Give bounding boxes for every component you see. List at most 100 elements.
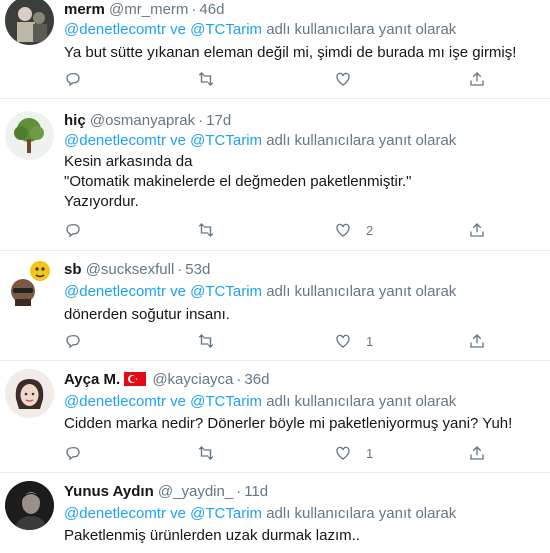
tweet-actions: 2 [64, 220, 524, 240]
tweet-actions [64, 69, 524, 89]
tweet-actions: 1 [64, 331, 524, 351]
retweet-button[interactable] [197, 220, 215, 240]
mention-link[interactable]: @denetlecomtr [64, 283, 166, 300]
heart-icon [336, 72, 350, 86]
reply-icon [66, 224, 80, 238]
share-button[interactable] [468, 331, 486, 351]
retweet-button[interactable] [197, 443, 215, 463]
replying-to: @denetlecomtr ve @TCTarim adlı kullanıcı… [64, 504, 540, 524]
heart-icon [336, 334, 350, 348]
mention-link[interactable]: @TCTarim [190, 393, 262, 410]
share-icon [470, 223, 484, 237]
retweet-icon [198, 334, 214, 348]
separator-dot: · [198, 112, 204, 129]
display-name[interactable]: sb [64, 261, 82, 278]
reply-button[interactable] [64, 443, 82, 463]
like-button[interactable]: 1 [334, 331, 373, 351]
tweet-text: Kesin arkasında da "Otomatik makinelerde… [64, 153, 412, 210]
reply-icon [66, 447, 80, 461]
heart-icon [336, 446, 350, 460]
like-button[interactable]: 2 [334, 220, 373, 240]
reply-label: adlı kullanıcılara yanıt olarak [266, 393, 457, 410]
tweet[interactable]: Yunus Aydın @_yaydin_ · 11d @denetlecomtr … [0, 473, 550, 553]
tweet[interactable]: sb @sucksexfull · 53d @denetlecomtr ve @TC… [0, 251, 550, 361]
tweet-header: Ayça M. @kayciayca · 36d [64, 370, 540, 390]
mention-link[interactable]: @TCTarim [190, 283, 262, 300]
separator-dot: · [236, 371, 242, 388]
replying-to: @denetlecomtr ve @TCTarim adlı kullanıcı… [64, 20, 540, 40]
tweet-text: Ya but sütte yıkanan eleman değil mi, şi… [64, 44, 517, 61]
timestamp[interactable]: 11d [244, 483, 268, 500]
separator-dot: · [191, 1, 197, 18]
tweet-header: Yunus Aydın @_yaydin_ · 11d [64, 482, 540, 502]
handle[interactable]: @kayciayca [152, 371, 233, 388]
reply-and: ve [170, 283, 186, 300]
mention-link[interactable]: @denetlecomtr [64, 132, 166, 149]
like-count: 1 [366, 445, 374, 461]
separator-dot: · [236, 483, 242, 500]
mention-link[interactable]: @TCTarim [190, 505, 262, 522]
avatar[interactable] [5, 259, 54, 308]
avatar[interactable] [5, 111, 54, 160]
tweet[interactable]: Ayça M. @kayciayca · 36d @denetlecomtr ve … [0, 361, 550, 473]
replying-to: @denetlecomtr ve @TCTarim adlı kullanıcı… [64, 392, 540, 412]
reply-button[interactable] [64, 69, 82, 89]
retweet-button[interactable] [197, 331, 215, 351]
handle[interactable]: @sucksexfull [86, 261, 175, 278]
reply-and: ve [170, 393, 186, 410]
reply-label: adlı kullanıcılara yanıt olarak [266, 132, 457, 149]
retweet-icon [198, 72, 214, 86]
avatar[interactable] [5, 0, 54, 45]
display-name[interactable]: Yunus Aydın [64, 483, 154, 500]
handle[interactable]: @_yaydin_ [158, 483, 233, 500]
share-icon [470, 72, 484, 86]
handle[interactable]: @mr_merm [109, 1, 188, 18]
mention-link[interactable]: @denetlecomtr [64, 505, 166, 522]
handle[interactable]: @osmanyaprak [90, 112, 195, 129]
tweet-text: dönerden soğutur insanı. [64, 306, 230, 323]
avatar[interactable] [5, 481, 54, 530]
reply-and: ve [170, 132, 186, 149]
reply-and: ve [170, 21, 186, 38]
share-button[interactable] [468, 443, 486, 463]
retweet-button[interactable] [197, 69, 215, 89]
mention-link[interactable]: @TCTarim [190, 132, 262, 149]
reply-button[interactable] [64, 331, 82, 351]
tweet-header: sb @sucksexfull · 53d [64, 260, 540, 280]
retweet-icon [198, 223, 214, 237]
heart-icon [336, 223, 350, 237]
tweet[interactable]: merm @mr_merm · 46d @denetlecomtr ve @TCTa… [0, 0, 550, 99]
timestamp[interactable]: 36d [244, 371, 269, 388]
tweet[interactable]: hiç @osmanyaprak · 17d @denetlecomtr ve @T… [0, 99, 550, 251]
tweet-text: Cidden marka nedir? Dönerler böyle mi pa… [64, 415, 513, 432]
like-button[interactable] [334, 69, 366, 89]
like-count: 2 [366, 222, 374, 238]
mention-link[interactable]: @denetlecomtr [64, 21, 166, 38]
reply-icon [66, 73, 80, 87]
like-count: 1 [366, 333, 374, 349]
tweet-header: merm @mr_merm · 46d [64, 0, 540, 20]
avatar[interactable] [5, 369, 54, 418]
share-icon [470, 334, 484, 348]
reply-and: ve [170, 505, 186, 522]
display-name[interactable]: Ayça M. [64, 371, 120, 388]
mention-link[interactable]: @denetlecomtr [64, 393, 166, 410]
reply-button[interactable] [64, 220, 82, 240]
share-button[interactable] [468, 220, 486, 240]
like-button[interactable]: 1 [334, 443, 373, 463]
reply-icon [66, 335, 80, 349]
tweet-text: Paketlenmiş ürünlerden uzak durmak lazım… [64, 527, 360, 544]
tweet-header: hiç @osmanyaprak · 17d [64, 111, 540, 131]
timestamp[interactable]: 46d [199, 1, 224, 18]
share-button[interactable] [468, 69, 486, 89]
share-icon [470, 446, 484, 460]
replying-to: @denetlecomtr ve @TCTarim adlı kullanıcı… [64, 131, 540, 151]
timestamp[interactable]: 17d [206, 112, 231, 129]
retweet-icon [198, 446, 214, 460]
turkey-flag-icon [124, 372, 147, 386]
timestamp[interactable]: 53d [185, 261, 210, 278]
display-name[interactable]: merm [64, 1, 105, 18]
display-name[interactable]: hiç [64, 112, 86, 129]
mention-link[interactable]: @TCTarim [190, 21, 262, 38]
reply-feed: merm @mr_merm · 46d @denetlecomtr ve @TCTa… [0, 0, 550, 544]
